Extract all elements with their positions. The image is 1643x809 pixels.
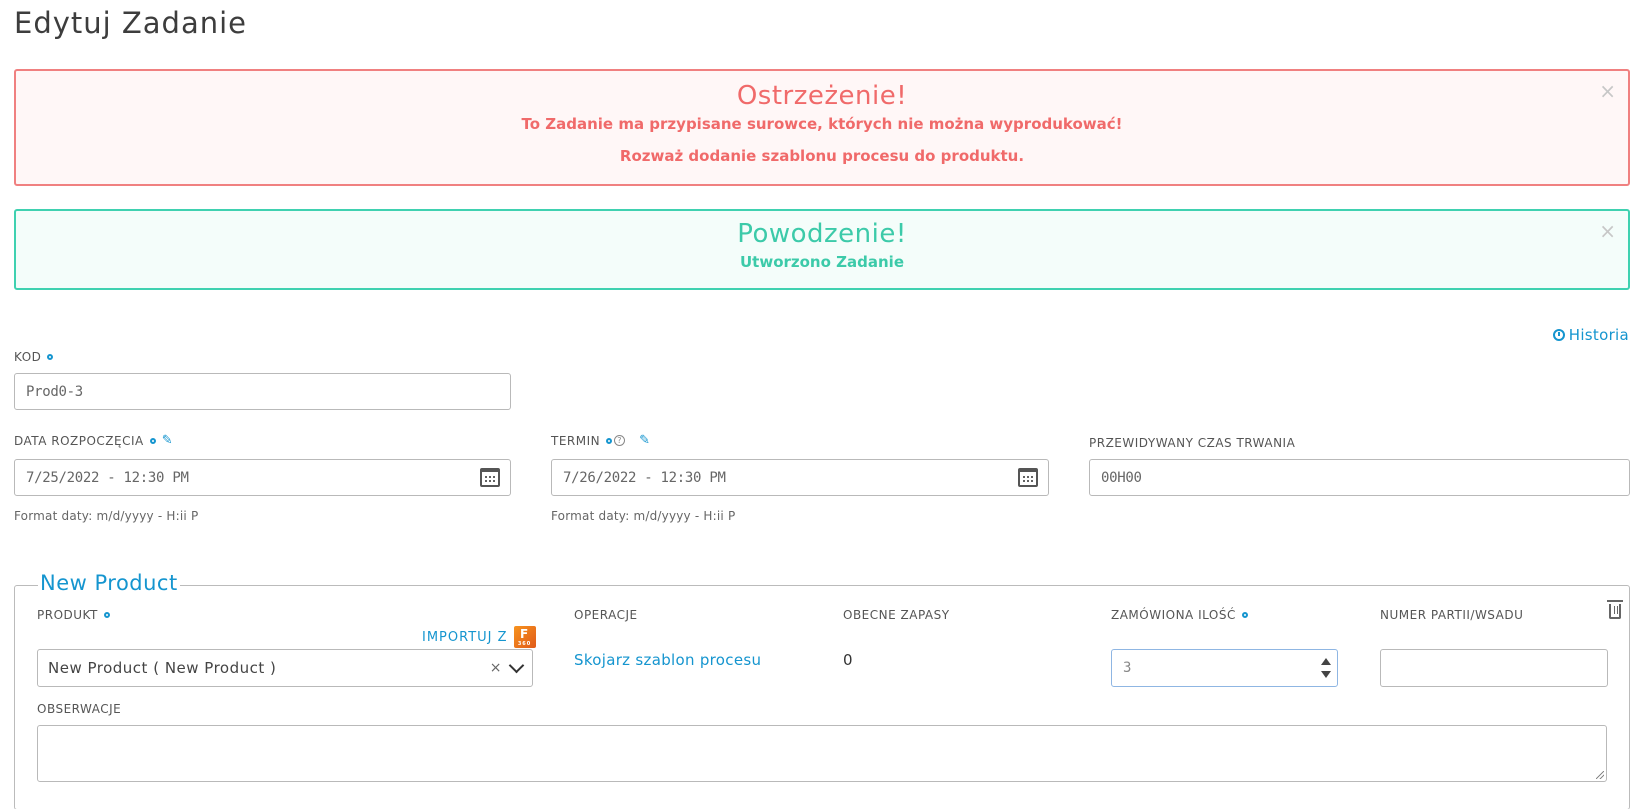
start-date-label-text: DATA ROZPOCZĘCIA (14, 433, 144, 448)
history-link[interactable]: Historia (1552, 326, 1629, 344)
produkt-value: New Product ( New Product ) (48, 659, 277, 677)
product-legend: New Product (38, 571, 180, 595)
trash-icon[interactable] (1607, 600, 1623, 619)
obserwacje-label: OBSERWACJE (37, 702, 121, 716)
quantity-stepper[interactable] (1321, 658, 1331, 678)
zapasy-label-text: OBECNE ZAPASY (843, 608, 950, 622)
quantity-input[interactable]: 3 (1111, 649, 1338, 687)
deadline-value: 7/26/2022 - 12:30 PM (563, 469, 726, 486)
magic-wand-icon[interactable]: ✎ (162, 433, 173, 448)
associate-process-template-link[interactable]: Skojarz szablon procesu (574, 651, 761, 669)
chevron-down-icon[interactable] (508, 657, 525, 674)
required-icon (103, 612, 110, 618)
operacje-label-text: OPERACJE (574, 608, 638, 622)
required-icon (606, 437, 613, 444)
deadline-input[interactable]: 7/26/2022 - 12:30 PM (551, 459, 1049, 496)
import-from-link[interactable]: IMPORTUJ Z F (422, 626, 536, 648)
zapasy-label: OBECNE ZAPASY (843, 608, 950, 622)
kod-label: KOD (14, 350, 54, 364)
deadline-label: TERMIN ? ✎ (551, 433, 651, 448)
duration-label-text: PRZEWIDYWANY CZAS TRWANIA (1089, 436, 1296, 450)
warning-suggestion: Rozważ dodanie szablonu procesu do produ… (619, 147, 1025, 165)
partia-label: NUMER PARTII/WSADU (1380, 608, 1523, 622)
current-stock-value: 0 (843, 651, 853, 669)
deadline-label-text: TERMIN (551, 433, 601, 448)
produkt-select[interactable]: New Product ( New Product ) × (37, 649, 533, 687)
calendar-icon[interactable] (1018, 468, 1038, 487)
history-label: Historia (1568, 326, 1629, 344)
batch-number-input[interactable] (1380, 649, 1608, 687)
start-date-input[interactable]: 7/25/2022 - 12:30 PM (14, 459, 511, 496)
import-label: IMPORTUJ Z (422, 629, 508, 645)
kod-input[interactable]: Prod0-3 (14, 373, 511, 410)
required-icon (149, 437, 156, 444)
start-date-value: 7/25/2022 - 12:30 PM (26, 469, 189, 486)
help-icon[interactable]: ? (614, 435, 626, 446)
start-date-hint: Format daty: m/d/yyyy - H:ii P (14, 509, 199, 523)
close-icon[interactable]: × (1599, 81, 1616, 101)
obserwacje-label-text: OBSERWACJE (37, 702, 122, 716)
ilosc-label-text: ZAMÓWIONA ILOŚĆ (1111, 608, 1236, 622)
page-title: Edytuj Zadanie (14, 6, 248, 40)
partia-label-text: NUMER PARTII/WSADU (1380, 608, 1524, 622)
required-icon (47, 354, 54, 360)
kod-label-text: KOD (14, 350, 42, 364)
produkt-label: PRODUKT (37, 608, 110, 622)
produkt-label-text: PRODUKT (37, 608, 98, 622)
success-alert: Powodzenie! Utworzono Zadanie × (14, 209, 1630, 290)
duration-label: PRZEWIDYWANY CZAS TRWANIA (1089, 436, 1295, 450)
fusion-360-icon: F (513, 626, 536, 648)
operacje-label: OPERACJE (574, 608, 638, 622)
magic-wand-icon[interactable]: ✎ (639, 433, 650, 448)
calendar-icon[interactable] (480, 468, 500, 487)
clock-icon (1552, 329, 1565, 341)
required-icon (1241, 612, 1248, 618)
success-title: Powodzenie! (737, 219, 907, 249)
close-icon[interactable]: × (1599, 221, 1616, 241)
duration-input[interactable]: 00H00 (1089, 459, 1630, 496)
warning-alert: Ostrzeżenie! To Zadanie ma przypisane su… (14, 69, 1630, 186)
warning-message: To Zadanie ma przypisane surowce, któryc… (521, 115, 1123, 133)
ilosc-label: ZAMÓWIONA ILOŚĆ (1111, 608, 1248, 622)
start-date-label: DATA ROZPOCZĘCIA ✎ (14, 433, 173, 448)
clear-icon[interactable]: × (490, 660, 502, 676)
quantity-value: 3 (1123, 660, 1132, 676)
deadline-hint: Format daty: m/d/yyyy - H:ii P (551, 509, 736, 523)
observations-textarea[interactable] (37, 725, 1607, 782)
success-message: Utworzono Zadanie (739, 253, 904, 271)
warning-title: Ostrzeżenie! (736, 81, 908, 111)
